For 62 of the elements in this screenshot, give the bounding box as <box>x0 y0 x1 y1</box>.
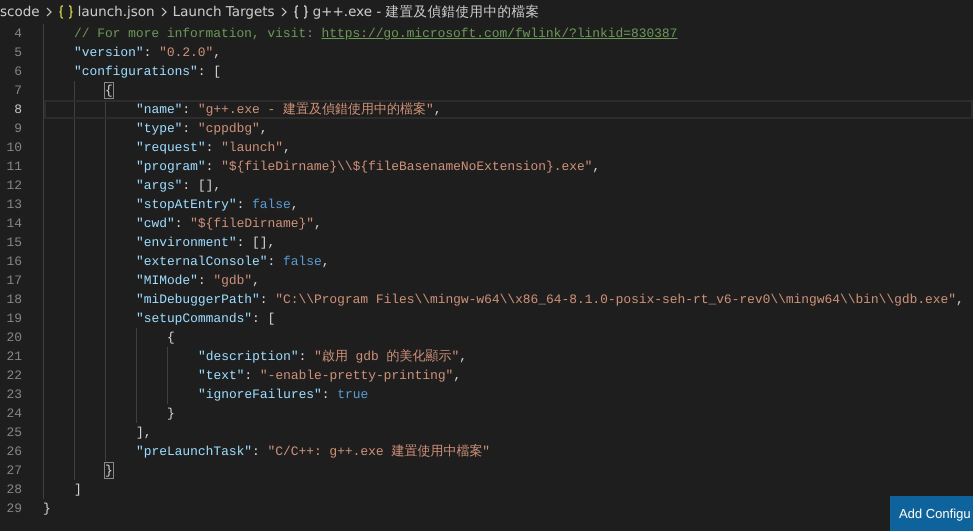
code-line: "version": "0.2.0", <box>74 45 222 60</box>
line-number: 10 <box>6 140 22 155</box>
line-number: 19 <box>6 311 22 326</box>
line-number: 26 <box>6 444 22 459</box>
code-line: "description": "啟用 gdb 的美化顯示", <box>198 348 467 365</box>
code-line: } <box>43 501 51 516</box>
code-line: "miDebuggerPath": "C:\\Program Files\\mingw-w64\\x86_64-8.1.0-posix-seh-rt_v6-rev0\\mingw64\\bin\\gdb.exe", <box>136 292 964 307</box>
line-number: 13 <box>6 197 22 212</box>
code-line: "request": "launch", <box>136 140 291 155</box>
code-line: "name": "g++.exe - 建置及偵錯使用中的檔案", <box>136 101 442 118</box>
line-number: 29 <box>6 501 22 516</box>
code-line: "ignoreFailures": true <box>198 387 368 402</box>
code-line: // For more information, visit: https://go.microsoft.com/fwlink/?linkid=830387 <box>74 26 678 41</box>
add-configuration-button[interactable]: Add Configu <box>890 496 973 531</box>
code-line: "type": "cppdbg", <box>136 121 268 136</box>
breadcrumb-item[interactable]: launch.json <box>78 4 155 20</box>
line-number: 6 <box>13 64 22 79</box>
breadcrumb-item[interactable]: Launch Targets <box>172 4 275 20</box>
line-number: 5 <box>13 45 22 60</box>
code-line: "stopAtEntry": false, <box>136 197 298 212</box>
line-number: 11 <box>6 159 22 174</box>
code-line: "externalConsole": false, <box>136 254 330 269</box>
code-line: "cwd": "${fileDirname}", <box>136 216 322 231</box>
line-number: 28 <box>6 482 22 497</box>
line-number: 27 <box>6 463 22 478</box>
code-line: "environment": [], <box>136 235 276 250</box>
code-line: } <box>105 463 113 478</box>
line-number: 17 <box>6 273 22 288</box>
line-number: 15 <box>6 235 22 250</box>
code-line: "setupCommands": [ <box>136 311 276 326</box>
line-number: 9 <box>13 121 22 136</box>
code-line: ] <box>74 482 82 497</box>
code-line: ], <box>136 425 152 440</box>
code-line: } <box>167 406 175 421</box>
line-number: 23 <box>6 387 22 402</box>
code-line: "text": "-enable-pretty-printing", <box>198 368 462 383</box>
line-number: 20 <box>6 330 22 345</box>
line-number: 18 <box>6 292 22 307</box>
line-number: 16 <box>6 254 22 269</box>
line-number: 14 <box>6 216 22 231</box>
line-number: 4 <box>13 26 22 41</box>
chevron-icon <box>158 7 169 17</box>
code-line: { <box>167 330 175 345</box>
breadcrumb-item[interactable]: scode <box>0 4 40 20</box>
chevron-icon <box>44 7 54 17</box>
code-line: "args": [], <box>136 178 222 193</box>
line-number: 24 <box>6 406 22 421</box>
code-line: "configurations": [ <box>74 64 221 79</box>
line-number: 25 <box>6 425 22 440</box>
code-line: "MIMode": "gdb", <box>136 273 260 288</box>
braces-icon <box>292 5 309 19</box>
code-line: "preLaunchTask": "C/C++: g++.exe 建置使用中檔案" <box>136 443 490 460</box>
line-number: 7 <box>13 83 22 98</box>
code-line: { <box>105 83 113 98</box>
line-number: 22 <box>6 368 22 383</box>
line-number: 8 <box>13 102 22 117</box>
braces-icon <box>58 5 74 19</box>
code-line: "program": "${fileDirname}\\${fileBasenameNoExtension}.exe", <box>136 159 600 174</box>
line-number: 21 <box>6 349 22 364</box>
breadcrumb-item[interactable]: g++.exe - 建置及偵錯使用中的檔案 <box>312 3 540 21</box>
chevron-icon <box>278 7 289 17</box>
line-number: 12 <box>6 178 22 193</box>
